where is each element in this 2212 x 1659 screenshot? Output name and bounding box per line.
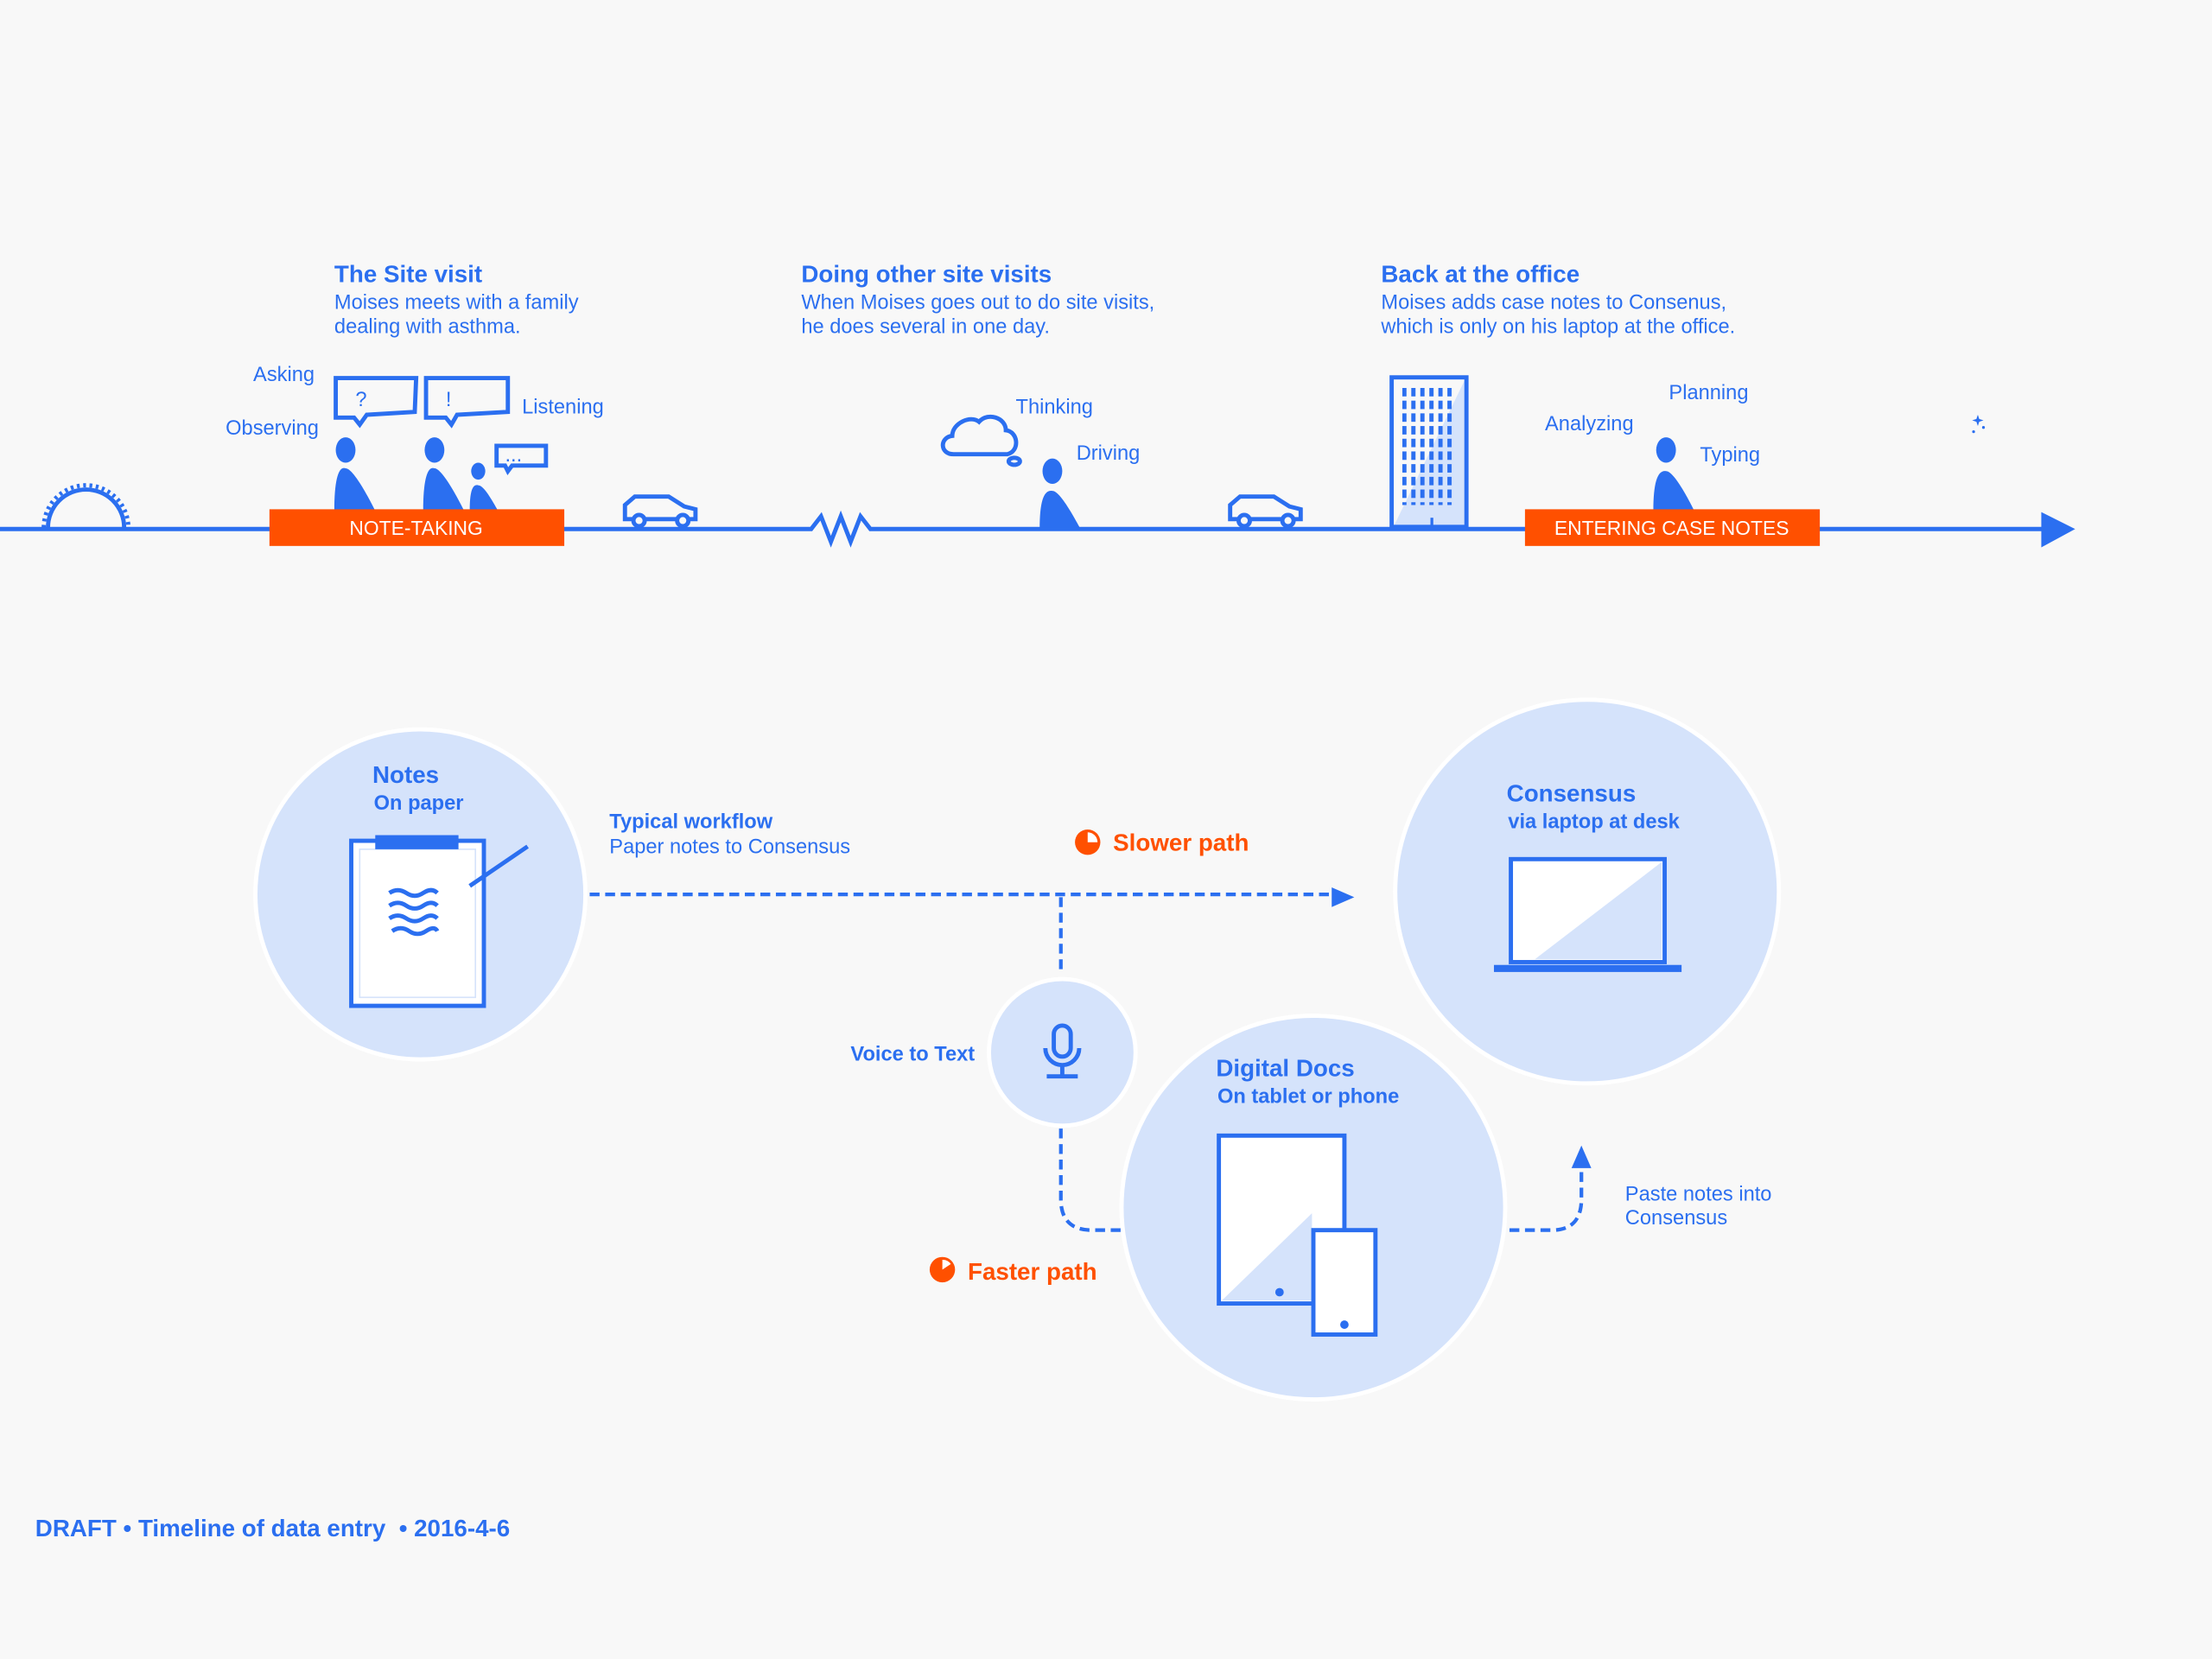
slower-path-label: Slower path (1075, 829, 1249, 855)
phone-icon (1311, 1228, 1378, 1337)
section-site-visit: The Site visit Moises meets with a famil… (334, 261, 579, 339)
section-text: dealing with asthma. (334, 315, 521, 338)
digital-docs-subtitle: On tablet or phone (1217, 1086, 1399, 1109)
typical-workflow-title: Typical workflow (609, 810, 772, 833)
faster-path-connector (1058, 1128, 1123, 1232)
laptop-icon (1493, 856, 1682, 972)
person-icon (1039, 458, 1081, 530)
entering-case-notes-label: ENTERING CASE NOTES (1554, 517, 1789, 539)
paste-path-arrow (1509, 1165, 1584, 1232)
label-analyzing: Analyzing (1545, 413, 1634, 435)
typical-workflow-subtitle: Paper notes to Consensus (609, 836, 850, 859)
label-thinking: Thinking (1016, 396, 1093, 418)
digital-docs-title: Digital Docs (1216, 1055, 1354, 1082)
svg-text:Slower path: Slower path (1113, 829, 1249, 855)
cloud-icon (940, 414, 1022, 467)
person-icon (423, 437, 465, 512)
section-title: Back at the office (1381, 261, 1580, 288)
label-typing: Typing (1700, 444, 1760, 467)
label-listening: Listening (522, 396, 604, 418)
label-asking: Asking (253, 364, 315, 386)
faster-path-label: Faster path (929, 1256, 1097, 1285)
timeline-arrow-icon (2041, 512, 2075, 548)
footer-caption: DRAFT • Timeline of data entry • 2016-4-… (35, 1515, 510, 1541)
svg-text:...: ... (505, 444, 522, 467)
voice-to-text-label: Voice to Text (850, 1044, 975, 1066)
speech-bubble-icon: ! (423, 376, 511, 429)
person-icon (469, 462, 499, 512)
consensus-subtitle: via laptop at desk (1508, 810, 1680, 833)
section-text: When Moises goes out to do site visits, (801, 292, 1154, 315)
svg-text:!: ! (446, 389, 452, 411)
notes-title: Notes (372, 761, 439, 788)
section-text: he does several in one day. (801, 315, 1050, 338)
speech-bubble-icon: ? (334, 376, 419, 429)
person-icon (1653, 437, 1694, 512)
paste-notes-label: Consensus (1625, 1207, 1727, 1230)
section-title: The Site visit (334, 261, 482, 288)
section-other-visits: Doing other site visits When Moises goes… (801, 261, 1154, 339)
svg-text:Faster path: Faster path (968, 1258, 1097, 1285)
note-taking-label: NOTE-TAKING (349, 517, 482, 539)
sunrise-icon (41, 483, 131, 528)
notes-subtitle: On paper (374, 792, 464, 815)
moon-icon (1951, 413, 1991, 453)
label-observing: Observing (226, 417, 319, 440)
section-title: Doing other site visits (801, 261, 1052, 288)
arrowhead-icon (1332, 887, 1355, 907)
label-planning: Planning (1669, 382, 1748, 404)
section-text: Moises adds case notes to Consenus, (1381, 292, 1726, 315)
voice-circle (987, 976, 1138, 1128)
speech-bubble-icon: ... (494, 443, 549, 475)
arrowhead-icon (1571, 1145, 1592, 1168)
building-icon (1389, 375, 1469, 530)
diagram-canvas: The Site visit Moises meets with a famil… (0, 261, 2075, 1541)
section-text: which is only on his laptop at the offic… (1380, 315, 1735, 338)
section-office: Back at the office Moises adds case note… (1380, 261, 1735, 339)
consensus-title: Consensus (1507, 779, 1637, 806)
section-text: Moises meets with a family (334, 292, 579, 315)
person-icon (334, 437, 376, 512)
label-driving: Driving (1077, 442, 1141, 465)
car-icon (622, 494, 698, 529)
car-icon (1228, 494, 1303, 529)
svg-text:?: ? (355, 389, 366, 411)
paste-notes-label: Paste notes into (1625, 1183, 1772, 1205)
